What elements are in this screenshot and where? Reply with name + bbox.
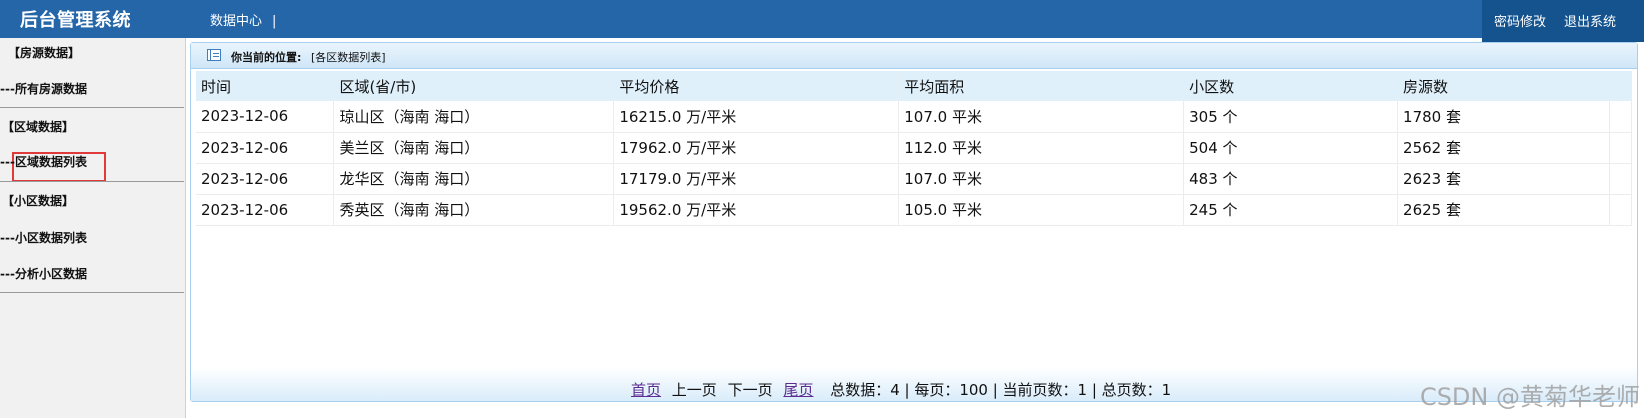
cell-avg-area: 112.0 平米 [898,132,1185,164]
column-header-avg-price: 平均价格 [613,71,900,101]
location-breadcrumb: [各区数据列表] [311,51,386,64]
location-label: 你当前的位置: [231,51,302,64]
prev-page-link[interactable]: 上一页 [672,381,717,399]
cell-listing-count: 2623 套 [1397,163,1610,195]
cell-filler [1609,101,1633,133]
sidebar-item-region-list[interactable]: ---区域数据列表 [0,153,87,170]
sidebar-group-community-data: 【小区数据】 [2,194,75,208]
sidebar-group-house-data: 【房源数据】 [8,46,81,60]
column-header-region: 区域(省/市) [333,71,615,101]
table-row: 2023-12-06 美兰区（海南 海口） 17962.0 万/平米 112.0… [196,132,1633,164]
cell-time: 2023-12-06 [196,101,335,133]
cell-avg-area: 105.0 平米 [898,194,1185,226]
cell-time: 2023-12-06 [196,132,335,164]
pagination-summary: 总数据：4 | 每页：100 | 当前页数：1 | 总页数：1 [830,381,1172,399]
next-page-link[interactable]: 下一页 [728,381,773,399]
cell-region: 秀英区（海南 海口） [333,194,615,226]
cell-listing-count: 2625 套 [1397,194,1610,226]
sidebar-item-community-analysis[interactable]: ---分析小区数据 [0,265,87,282]
sidebar-item-community-list[interactable]: ---小区数据列表 [0,229,87,246]
table-row: 2023-12-06 龙华区（海南 海口） 17179.0 万/平米 107.0… [196,163,1633,195]
cell-avg-price: 16215.0 万/平米 [613,101,900,133]
cell-avg-price: 19562.0 万/平米 [613,194,900,226]
top-nav: 数据中心 | [210,10,276,29]
app-title: 后台管理系统 [20,10,131,31]
pagination: 首页 上一页 下一页 尾页 总数据：4 | 每页：100 | 当前页数：1 | … [631,379,1177,400]
sidebar: 【房源数据】 ---所有房源数据 【区域数据】 ---区域数据列表 【小区数据】… [0,38,186,418]
panel-header: 你当前的位置: [各区数据列表] [191,43,1637,69]
sidebar-divider [0,181,184,182]
sidebar-item-all-house-data[interactable]: ---所有房源数据 [0,80,87,97]
table-row: 2023-12-06 琼山区（海南 海口） 16215.0 万/平米 107.0… [196,101,1633,133]
nav-separator: | [272,14,277,29]
sidebar-divider [0,107,184,108]
column-header-community-count: 小区数 [1183,71,1399,101]
cell-region: 美兰区（海南 海口） [333,132,615,164]
column-header-filler [1609,71,1633,101]
region-data-table: 时间 区域(省/市) 平均价格 平均面积 小区数 房源数 2023-12-06 … [196,71,1633,226]
last-page-link[interactable]: 尾页 [783,381,813,399]
first-page-link[interactable]: 首页 [631,381,661,399]
main-panel: 你当前的位置: [各区数据列表] 时间 区域(省/市) 平均价格 平均面积 小区… [190,42,1638,402]
column-header-listing-count: 房源数 [1397,71,1610,101]
cell-filler [1609,163,1633,195]
cell-community-count: 504 个 [1183,132,1399,164]
nav-data-center[interactable]: 数据中心 [210,14,262,29]
table-row: 2023-12-06 秀英区（海南 海口） 19562.0 万/平米 105.0… [196,194,1633,226]
cell-community-count: 305 个 [1183,101,1399,133]
cell-community-count: 245 个 [1183,194,1399,226]
cell-listing-count: 2562 套 [1397,132,1610,164]
top-right-actions: 密码修改 退出系统 [1482,0,1644,42]
change-password-link[interactable]: 密码修改 [1494,11,1546,30]
list-icon [207,49,221,61]
cell-avg-price: 17962.0 万/平米 [613,132,900,164]
cell-region: 龙华区（海南 海口） [333,163,615,195]
cell-avg-area: 107.0 平米 [898,101,1185,133]
cell-filler [1609,132,1633,164]
watermark: CSDN @黄菊华老师 [1419,383,1640,411]
cell-listing-count: 1780 套 [1397,101,1610,133]
cell-filler [1609,194,1633,226]
column-header-time: 时间 [196,71,335,101]
sidebar-divider [0,292,184,293]
cell-avg-area: 107.0 平米 [898,163,1185,195]
top-bar: 后台管理系统 数据中心 | 密码修改 退出系统 [0,0,1644,42]
logout-link[interactable]: 退出系统 [1564,11,1616,30]
cell-time: 2023-12-06 [196,194,335,226]
cell-time: 2023-12-06 [196,163,335,195]
column-header-avg-area: 平均面积 [898,71,1185,101]
cell-community-count: 483 个 [1183,163,1399,195]
cell-avg-price: 17179.0 万/平米 [613,163,900,195]
cell-region: 琼山区（海南 海口） [333,101,615,133]
sidebar-group-region-data: 【区域数据】 [2,120,75,134]
table-header-row: 时间 区域(省/市) 平均价格 平均面积 小区数 房源数 [196,71,1633,101]
